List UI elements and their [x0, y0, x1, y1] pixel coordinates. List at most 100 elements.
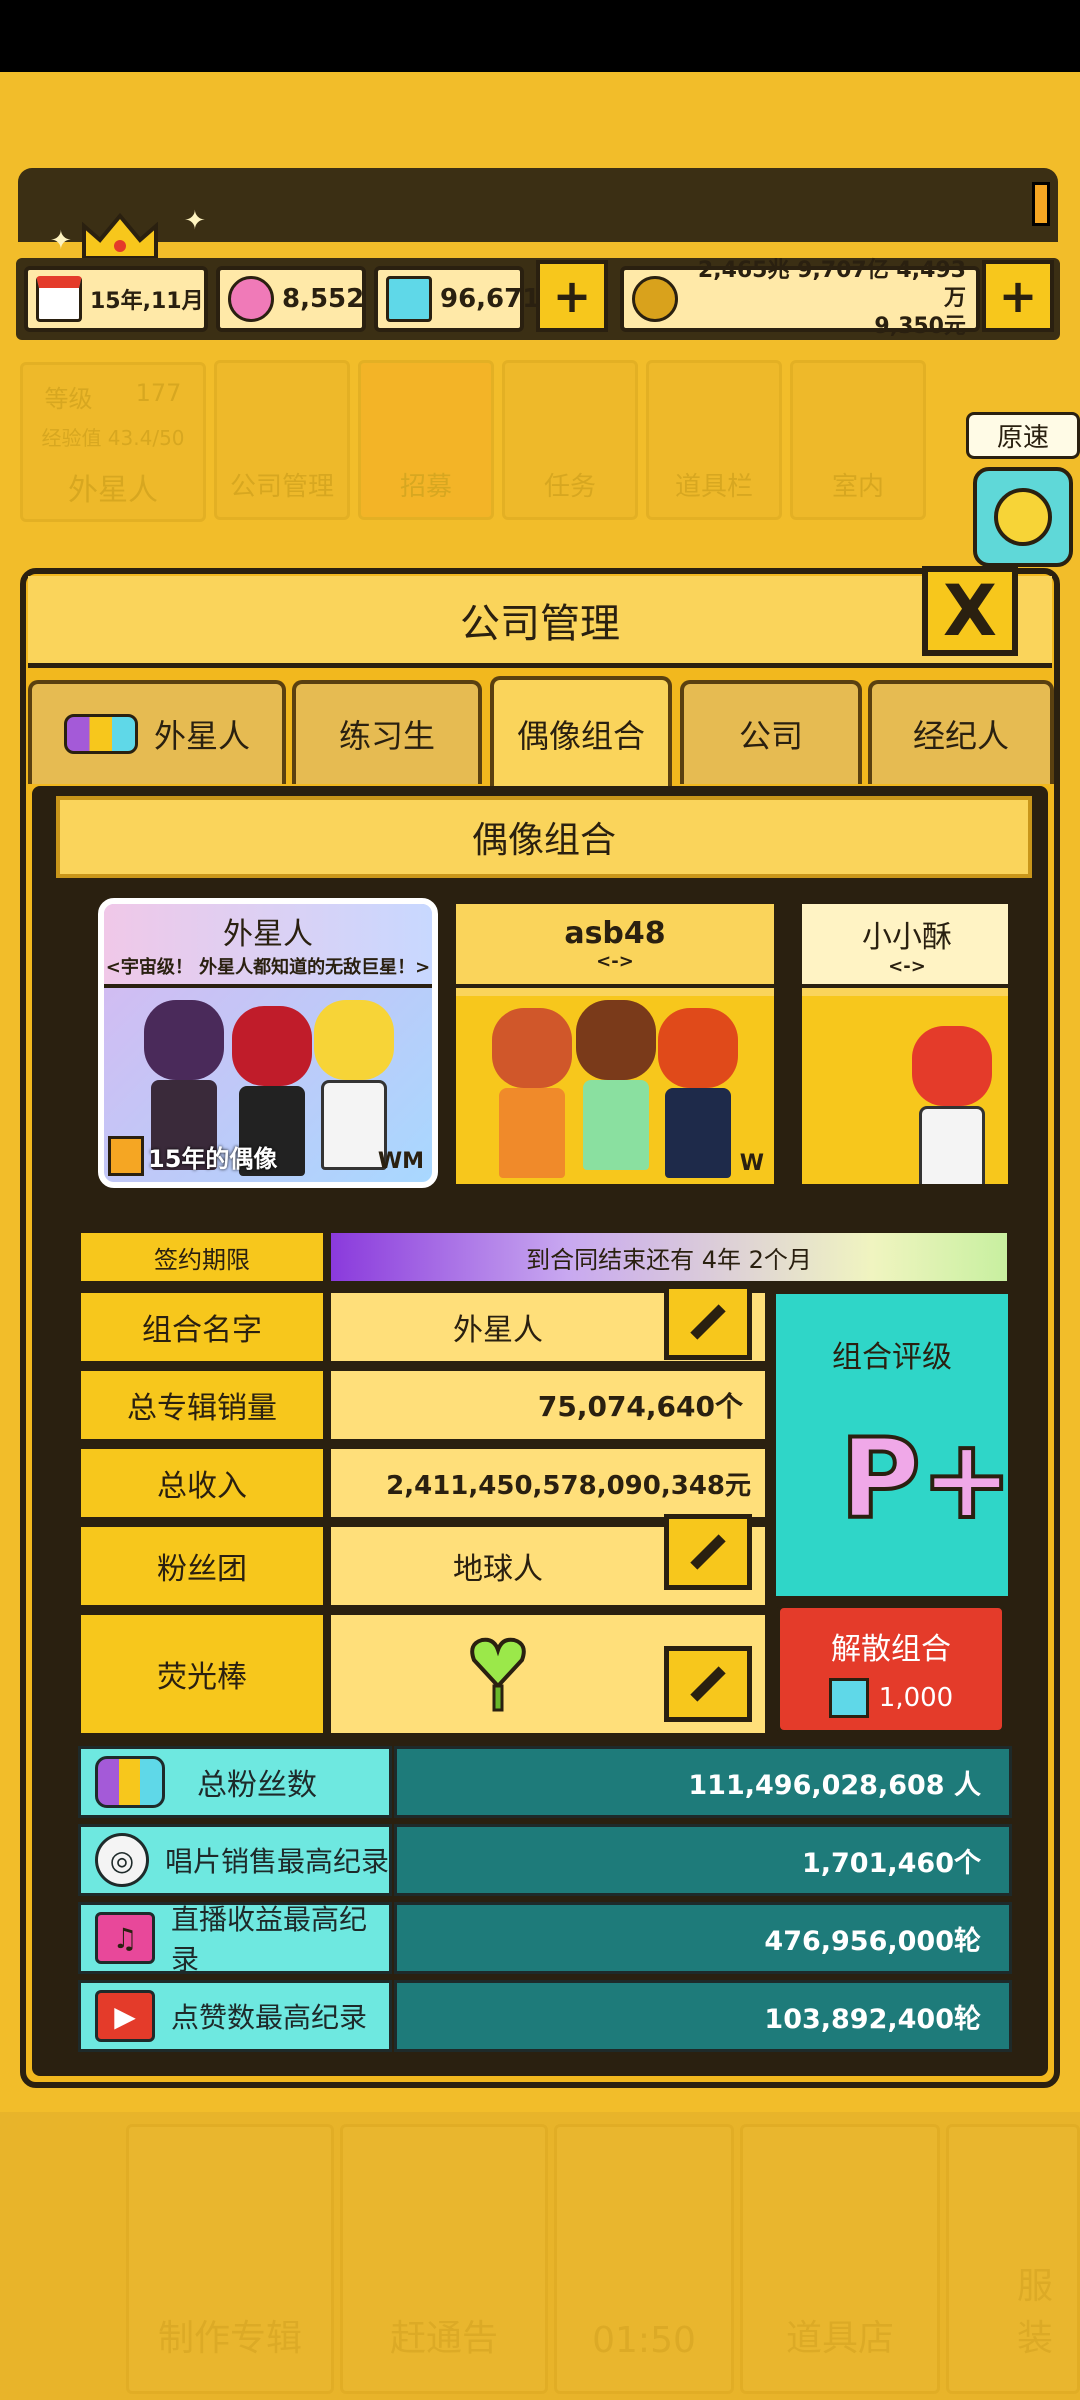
- contract-value: 到合同结束还有 4年 2个月: [526, 1245, 812, 1274]
- group-name-label: 组合名字: [78, 1290, 326, 1364]
- menu-interior[interactable]: 室内: [790, 360, 926, 520]
- group-slogan: <->: [888, 955, 926, 977]
- pencil-icon: [690, 1304, 726, 1340]
- edit-fanclub-button[interactable]: [664, 1514, 752, 1590]
- stat-value: 476,956,000轮: [394, 1902, 1012, 1974]
- nav-timer[interactable]: 01:50: [554, 2124, 734, 2394]
- edit-name-button[interactable]: [664, 1284, 752, 1360]
- speed-control[interactable]: 原速: [966, 412, 1080, 567]
- disc-icon: ◎: [95, 1833, 149, 1887]
- level-panel: 等级 177 经验值 43.4/50 外星人: [20, 362, 206, 522]
- calendar-icon: [36, 276, 82, 322]
- add-diamonds-button[interactable]: +: [536, 260, 608, 332]
- group-label: 外星人: [68, 473, 158, 508]
- group-portrait: [456, 996, 774, 1184]
- play-icon: ▶: [95, 1990, 155, 2042]
- contract-label: 签约期限: [78, 1230, 326, 1284]
- stat-label: 直播收益最高纪录: [171, 1903, 368, 1976]
- group-card-asb48[interactable]: asb48 <-> W: [452, 900, 778, 1188]
- album-sales-label: 总专辑销量: [78, 1368, 326, 1442]
- money-value-line1: 2,465兆 9,707亿 4,493万: [697, 258, 966, 311]
- edit-lightstick-button[interactable]: [664, 1646, 752, 1722]
- group-tag: W: [739, 1151, 764, 1176]
- pencil-icon: [690, 1666, 726, 1702]
- nav-costume[interactable]: 服装: [946, 2124, 1080, 2394]
- stat-likes-record: ▶ 点赞数最高纪录: [78, 1980, 392, 2052]
- diamond-icon: [386, 276, 432, 322]
- stat-label: 唱片销售最高纪录: [165, 1845, 390, 1878]
- menu-handle-icon[interactable]: [1032, 182, 1050, 226]
- idol-years-badge: 15年的偶像: [108, 1136, 277, 1176]
- menu-recruit[interactable]: 招募: [358, 360, 494, 520]
- rating-label: 组合评级: [832, 1340, 952, 1375]
- tab-managers[interactable]: 经纪人: [868, 680, 1054, 784]
- disband-cost: 1,000: [878, 1683, 954, 1713]
- tab-aliens[interactable]: 外星人: [28, 680, 286, 784]
- lightstick-icon: [470, 1637, 526, 1712]
- group-card-xiaoxiaosu[interactable]: 小小酥 <->: [798, 900, 1008, 1188]
- stat-label: 点赞数最高纪录: [171, 2001, 368, 2034]
- section-title: 偶像组合: [56, 796, 1032, 878]
- income-value: 2,411,450,578,090,348元: [328, 1446, 768, 1520]
- date-display: 15年,11月: [24, 266, 208, 332]
- group-name: 外星人: [223, 917, 313, 952]
- stat-total-fans: 总粉丝数: [78, 1746, 392, 1818]
- date-value: 15年,11月: [90, 289, 204, 314]
- tab-label: 练习生: [338, 717, 435, 755]
- medal-icon: [108, 1136, 144, 1176]
- income-label: 总收入: [78, 1446, 326, 1520]
- level-value: 177: [135, 379, 182, 407]
- diamond-icon: [828, 1678, 869, 1718]
- stat-value: 1,701,460个: [394, 1824, 1012, 1896]
- diamonds-display: 96,671: [374, 266, 540, 332]
- idol-years-label: 15年的偶像: [148, 1144, 278, 1173]
- tab-trainees[interactable]: 练习生: [292, 680, 482, 784]
- disband-group-button[interactable]: 解散组合 1,000: [776, 1604, 1006, 1734]
- stat-live-record: ♫ 直播收益最高纪录: [78, 1902, 392, 1976]
- group-card-aliens[interactable]: 外星人 <宇宙级！ 外星人都知道的无敌巨星！> 15年的偶像 WM: [98, 898, 438, 1188]
- rating-value: P+: [838, 1415, 1015, 1543]
- stat-value: 103,892,400轮: [394, 1980, 1012, 2052]
- menu-tasks[interactable]: 任务: [502, 360, 638, 520]
- money-value-line2: 9,350元: [874, 314, 966, 339]
- sparkle-icon: ✦: [184, 206, 206, 236]
- group-portrait: [802, 996, 1008, 1184]
- exp-label: 经验值 43.4/50: [41, 426, 185, 450]
- menu-company-management[interactable]: 公司管理: [214, 360, 350, 520]
- nav-item-shop[interactable]: 道具店: [740, 2124, 940, 2394]
- tab-label: 公司: [738, 717, 803, 755]
- rating-grade: P+: [832, 1406, 1015, 1536]
- gems-value: 8,552: [282, 284, 365, 314]
- music-icon: ♫: [95, 1912, 155, 1964]
- level-label: 等级: [44, 385, 93, 413]
- gem-icon: [228, 276, 274, 322]
- tab-idol-groups[interactable]: 偶像组合: [490, 676, 672, 788]
- group-rating-panel: 组合评级 P+: [772, 1290, 1015, 1600]
- pencil-icon: [690, 1534, 726, 1570]
- nav-make-album[interactable]: 制作专辑: [126, 2124, 334, 2394]
- group-name: asb48: [564, 916, 666, 951]
- diamonds-value: 96,671: [440, 284, 541, 314]
- menu-inventory[interactable]: 道具栏: [646, 360, 782, 520]
- group-tag: WM: [377, 1149, 424, 1174]
- money-display: 2,465兆 9,707亿 4,493万 9,350元: [620, 258, 980, 339]
- panel-title: 公司管理: [28, 576, 1052, 668]
- fans-icon: [95, 1756, 165, 1808]
- group-name: 小小酥: [862, 919, 952, 955]
- top-status-bar: [18, 168, 1058, 242]
- add-money-button[interactable]: +: [982, 260, 1054, 332]
- gems-display: 8,552: [216, 266, 366, 332]
- stat-label: 总粉丝数: [197, 1768, 317, 1803]
- fanclub-label: 粉丝团: [78, 1524, 326, 1608]
- tab-company[interactable]: 公司: [680, 680, 862, 784]
- fans-icon: [63, 714, 138, 754]
- stat-album-record: ◎ 唱片销售最高纪录: [78, 1824, 392, 1896]
- sparkle-icon: ✦: [50, 226, 72, 256]
- lightstick-label: 荧光棒: [78, 1612, 326, 1736]
- close-button[interactable]: X: [922, 566, 1018, 656]
- crown-icon: [80, 212, 160, 262]
- tab-label: 外星人: [153, 717, 250, 755]
- nav-schedule[interactable]: 赶通告: [340, 2124, 548, 2394]
- tab-label: 经纪人: [912, 717, 1009, 755]
- clock-icon[interactable]: [973, 467, 1073, 567]
